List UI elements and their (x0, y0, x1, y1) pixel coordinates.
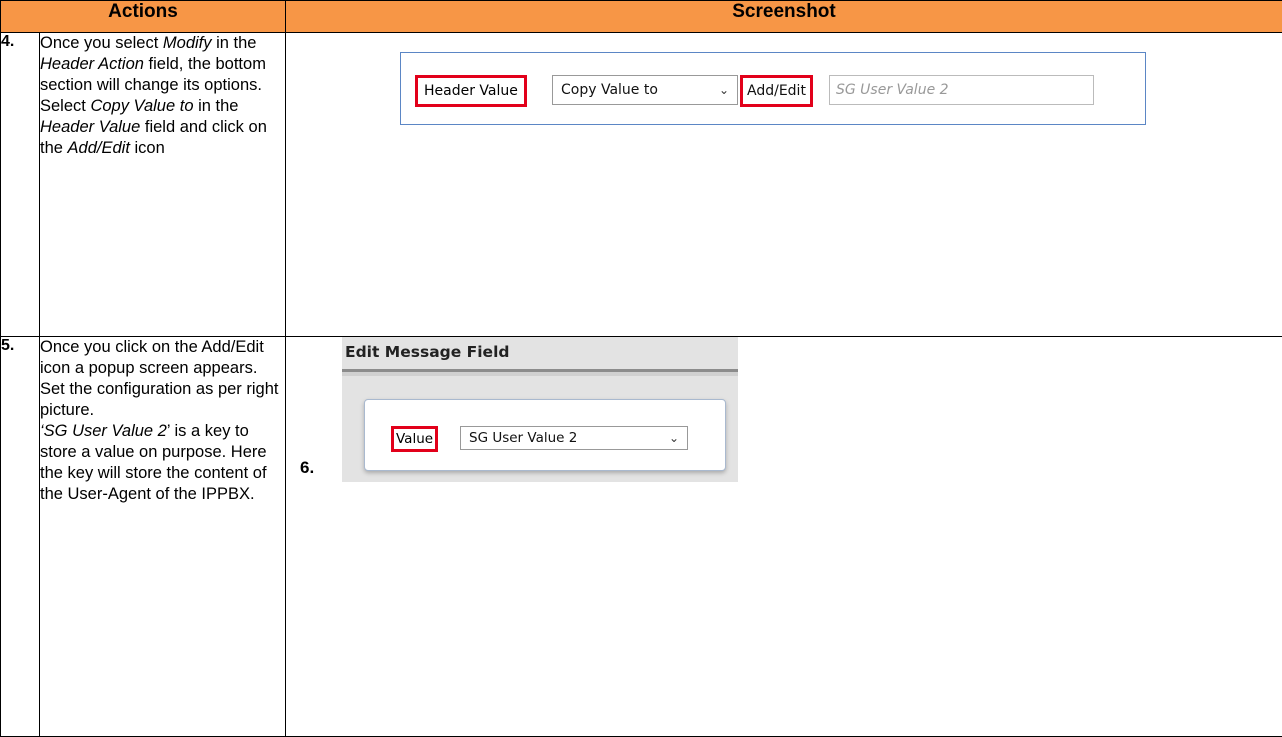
edit-message-field-screenshot: Edit Message Field Value SG User Value 2… (342, 337, 738, 482)
chevron-down-icon: ⌄ (719, 83, 729, 97)
add-edit-button[interactable]: Add/Edit (740, 75, 813, 107)
header-value-select-text: Copy Value to (561, 82, 658, 98)
value-select-text: SG User Value 2 (469, 430, 577, 446)
step-4-screenshot-cell: Header Value Copy Value to ⌄ Add/Edit SG… (286, 33, 1282, 337)
instruction-table: Actions Screenshot 4. Once you select Mo… (0, 0, 1282, 737)
dialog-title: Edit Message Field (345, 343, 509, 361)
header-screenshot: Screenshot (286, 1, 1282, 33)
step-5-number: 5. (1, 337, 40, 737)
chevron-down-icon: ⌄ (669, 431, 679, 445)
step-6-number: 6. (300, 458, 314, 478)
target-field[interactable]: SG User Value 2 (829, 75, 1094, 105)
header-actions: Actions (1, 1, 286, 33)
value-select[interactable]: SG User Value 2 ⌄ (460, 426, 688, 450)
title-divider-shadow (342, 372, 738, 376)
header-value-select[interactable]: Copy Value to ⌄ (552, 75, 738, 105)
header-value-screenshot: Header Value Copy Value to ⌄ Add/Edit SG… (400, 52, 1146, 125)
dialog-panel: Value SG User Value 2 ⌄ (364, 399, 726, 471)
step-5-screenshot-cell: 6. Edit Message Field Value SG User Valu… (286, 337, 1282, 737)
header-value-label: Header Value (415, 75, 527, 107)
step-5-text: Once you click on the Add/Edit icon a po… (40, 337, 286, 737)
step-4-text: Once you select Modify in the Header Act… (40, 33, 286, 337)
step-4-number: 4. (1, 33, 40, 337)
value-label: Value (391, 426, 438, 452)
